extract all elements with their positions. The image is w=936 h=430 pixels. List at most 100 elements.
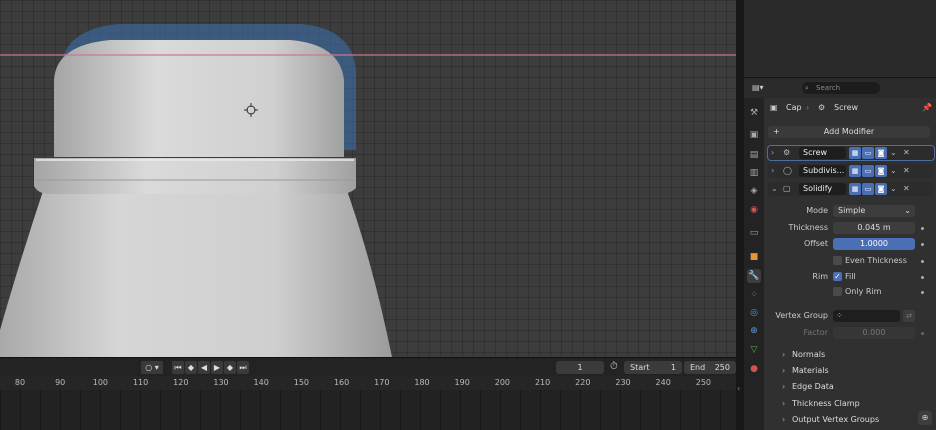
fill-checkbox[interactable]: ✓	[833, 272, 842, 281]
viewport-toggle-icon[interactable]: ▭	[862, 147, 874, 159]
vertex-group-field[interactable]: ⁘	[833, 310, 900, 322]
physics-tab-icon[interactable]: ◎	[747, 306, 761, 320]
subpanel-thickness-clamp[interactable]: Thickness Clamp	[792, 399, 860, 408]
expand-chevron-icon[interactable]: ›	[771, 148, 774, 157]
constraints-tab-icon[interactable]: ⊕	[747, 324, 761, 338]
output-tab-icon[interactable]: ▤	[747, 148, 761, 162]
vertex-group-icon: ⁘	[836, 311, 843, 320]
stopwatch-icon[interactable]: ⏱	[610, 361, 618, 372]
expand-chevron-icon[interactable]: ›	[782, 350, 785, 359]
world-tab-icon[interactable]: ◉	[747, 203, 761, 217]
delete-modifier-icon[interactable]: ✕	[903, 148, 910, 157]
factor-field[interactable]: 0.000	[833, 327, 915, 339]
subpanel-output-vertex-groups[interactable]: Output Vertex Groups	[792, 415, 879, 424]
properties-search[interactable]: ⌕ Search	[802, 82, 880, 94]
render-toggle-icon[interactable]: ◙	[875, 147, 887, 159]
delete-modifier-icon[interactable]: ✕	[903, 184, 910, 193]
object-tab-icon[interactable]: ■	[747, 250, 761, 264]
end-frame-field[interactable]: End 250	[684, 361, 736, 374]
render-toggle-icon[interactable]: ◙	[875, 165, 887, 177]
ruler-tick-label: 160	[333, 378, 350, 387]
view-layer-tab-icon[interactable]: ▥	[747, 166, 761, 180]
particles-tab-icon[interactable]: ⁘	[747, 288, 761, 302]
timeline-track[interactable]	[0, 390, 736, 430]
collection-tab-icon[interactable]: ▭	[747, 226, 761, 240]
expand-chevron-icon[interactable]: ›	[782, 415, 785, 424]
expand-chevron-icon[interactable]: ›	[782, 399, 785, 408]
add-modifier-label: Add Modifier	[823, 127, 875, 136]
timeline-ruler[interactable]: 80 90 100 110 120 130 140 150 160 170 180 190 200 210…	[0, 376, 736, 390]
expand-chevron-icon[interactable]: ›	[782, 366, 785, 375]
ruler-tick-label: 110	[132, 378, 149, 387]
animate-property-icon[interactable]	[921, 243, 924, 246]
only-rim-label: Only Rim	[845, 287, 882, 296]
vertex-group-label: Vertex Group	[775, 311, 828, 320]
ruler-tick-label: 170	[374, 378, 390, 387]
dropdown-chevron-icon[interactable]: ⌄	[890, 184, 897, 193]
collapse-arrow-icon[interactable]: ‹	[737, 384, 740, 393]
edit-mode-toggle-icon[interactable]: ▦	[849, 147, 861, 159]
dropdown-chevron-icon[interactable]: ⌄	[890, 148, 897, 157]
3d-viewport[interactable]	[0, 0, 736, 357]
ruler-tick-label: 130	[213, 378, 229, 387]
add-modifier-button[interactable]: + Add Modifier	[768, 126, 930, 138]
scene-tab-icon[interactable]: ◈	[747, 184, 761, 198]
subpanel-materials[interactable]: Materials	[792, 366, 829, 375]
ruler-tick-label: 230	[615, 378, 631, 387]
keying-dropdown[interactable]: ○ ▾	[141, 361, 163, 374]
animate-property-icon[interactable]	[921, 276, 924, 279]
modifier-name-field[interactable]: Subdivis...	[799, 165, 846, 177]
properties-header: ▤▾ ⌕ Search	[744, 78, 936, 98]
prev-keyframe-button[interactable]: ◆	[185, 361, 197, 374]
area-divider[interactable]: ‹	[736, 0, 744, 430]
invert-toggle-icon[interactable]: ⇄	[903, 310, 915, 322]
modifier-subdivision[interactable]: › ◯ Subdivis... ▦ ▭ ◙ ⌄ ✕	[768, 164, 934, 178]
drag-handle-icon[interactable]: ⊕	[918, 411, 932, 425]
outliner-area	[744, 0, 936, 78]
edit-mode-toggle-icon[interactable]: ▦	[849, 183, 861, 195]
viewport-toggle-icon[interactable]: ▭	[862, 183, 874, 195]
search-placeholder: Search	[816, 84, 841, 92]
render-toggle-icon[interactable]: ◙	[875, 183, 887, 195]
material-tab-icon[interactable]: ●	[747, 362, 761, 376]
ruler-tick-label: 250	[695, 378, 712, 387]
start-frame-field[interactable]: Start 1	[624, 361, 682, 374]
even-thickness-checkbox[interactable]	[833, 256, 842, 265]
thickness-field[interactable]: 0.045 m	[833, 222, 915, 234]
modifier-tab-icon[interactable]: 🔧	[747, 269, 761, 283]
next-keyframe-button[interactable]: ◆	[224, 361, 236, 374]
jump-end-button[interactable]: ⏭	[237, 361, 249, 374]
animate-property-icon[interactable]	[921, 260, 924, 263]
editor-type-icon[interactable]: ▤▾	[752, 83, 764, 92]
modifier-solidify[interactable]: ⌄ ▢ Solidify ▦ ▭ ◙ ⌄ ✕	[768, 182, 934, 196]
tool-tab-icon[interactable]: ⚒	[747, 106, 761, 120]
animate-property-icon[interactable]	[921, 291, 924, 294]
pin-icon[interactable]: 📌	[922, 103, 932, 112]
edit-mode-toggle-icon[interactable]: ▦	[849, 165, 861, 177]
render-tab-icon[interactable]: ▣	[747, 128, 761, 142]
expand-chevron-icon[interactable]: ›	[771, 166, 774, 175]
jump-start-button[interactable]: ⏮	[172, 361, 184, 374]
data-tab-icon[interactable]: ▽	[747, 343, 761, 357]
subpanel-normals[interactable]: Normals	[792, 350, 825, 359]
modifier-panel: ▣ Cap › ⚙ Screw 📌 + Add Modifier › ⚙ Scr…	[764, 98, 936, 430]
current-frame-field[interactable]: 1	[556, 361, 604, 374]
only-rim-checkbox[interactable]	[833, 287, 842, 296]
mode-dropdown[interactable]: Simple ⌄	[833, 205, 915, 217]
subpanel-edge-data[interactable]: Edge Data	[792, 382, 834, 391]
modifier-name-field[interactable]: Solidify	[799, 183, 846, 195]
play-button[interactable]: ▶	[211, 361, 223, 374]
mode-value: Simple	[838, 206, 866, 215]
delete-modifier-icon[interactable]: ✕	[903, 166, 910, 175]
offset-field[interactable]: 1.0000	[833, 238, 915, 250]
collapse-chevron-icon[interactable]: ⌄	[771, 184, 778, 193]
viewport-toggle-icon[interactable]: ▭	[862, 165, 874, 177]
timeline[interactable]: ○ ▾ ⏮ ◆ ◀ ▶ ◆ ⏭ 1 ⏱ Start 1 End 250 80 90…	[0, 357, 736, 430]
modifier-name-field[interactable]: Screw	[799, 147, 846, 159]
animate-property-icon[interactable]	[921, 332, 924, 335]
play-reverse-button[interactable]: ◀	[198, 361, 210, 374]
modifier-screw[interactable]: › ⚙ Screw ▦ ▭ ◙ ⌄ ✕	[767, 145, 935, 161]
expand-chevron-icon[interactable]: ›	[782, 382, 785, 391]
animate-property-icon[interactable]	[921, 227, 924, 230]
dropdown-chevron-icon[interactable]: ⌄	[890, 166, 897, 175]
